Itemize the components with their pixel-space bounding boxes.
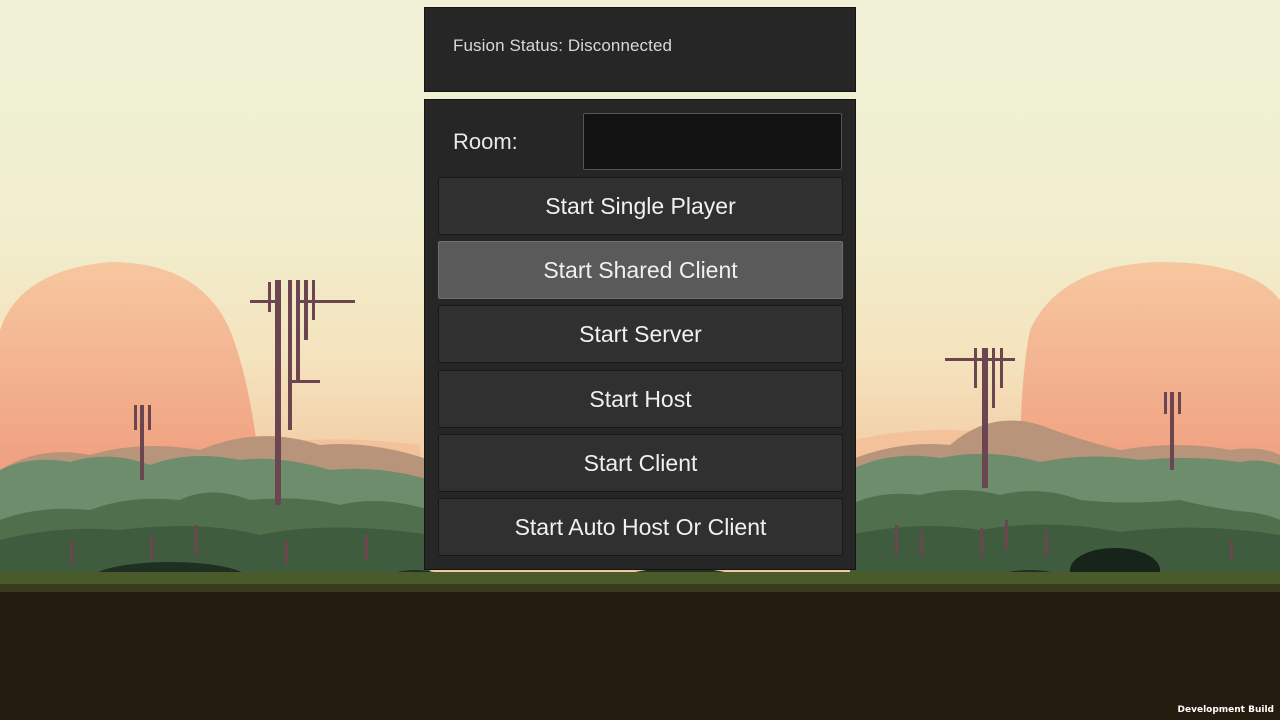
start-host-button[interactable]: Start Host (438, 370, 843, 428)
fusion-status-text: Fusion Status: Disconnected (453, 36, 673, 55)
game-screen: Fusion Status: Disconnected Room: Start … (0, 0, 1280, 720)
room-label: Room: (453, 129, 518, 154)
start-auto-host-or-client-button[interactable]: Start Auto Host Or Client (438, 498, 843, 556)
room-name-input[interactable] (583, 113, 842, 170)
start-shared-client-button[interactable]: Start Shared Client (438, 241, 843, 299)
start-single-player-button[interactable]: Start Single Player (438, 177, 843, 235)
start-server-button[interactable]: Start Server (438, 305, 843, 363)
network-menu-panel: Room: Start Single Player Start Shared C… (424, 99, 856, 570)
start-client-button[interactable]: Start Client (438, 434, 843, 492)
development-build-label: Development Build (1177, 705, 1274, 715)
status-panel: Fusion Status: Disconnected (424, 7, 856, 92)
